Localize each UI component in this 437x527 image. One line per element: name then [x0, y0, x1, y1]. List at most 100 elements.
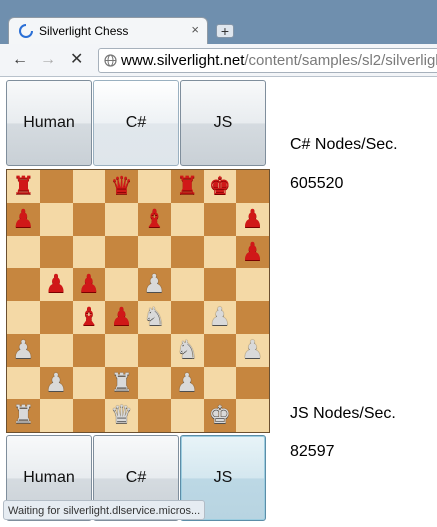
red-pawn-icon[interactable]: ♟ [7, 203, 40, 236]
board-square[interactable] [236, 170, 269, 203]
chess-board[interactable]: ♜ ♛ ♜ ♚ ♟ ♝ ♟ ♟ ♟ ♟ ♟ ♝ ♟ ♞ ♟ ♟ ♞ ♟ ♟ ♜ ♟ ♜ ♛ ♚ [6, 169, 270, 433]
red-queen-icon[interactable]: ♛ [105, 170, 138, 203]
board-square[interactable] [72, 366, 106, 400]
board-square[interactable]: ♜ [7, 170, 40, 203]
top-js-button[interactable]: JS [180, 80, 266, 166]
board-square[interactable] [105, 333, 138, 367]
red-rook-icon[interactable]: ♜ [171, 170, 204, 203]
board-square[interactable] [39, 235, 73, 269]
board-square[interactable] [236, 268, 269, 301]
board-square[interactable]: ♟ [39, 366, 73, 400]
board-square[interactable] [39, 399, 73, 432]
board-square[interactable]: ♟ [236, 333, 269, 367]
board-square[interactable]: ♟ [105, 301, 138, 334]
board-square[interactable]: ♜ [170, 170, 204, 203]
red-pawn-icon[interactable]: ♟ [236, 236, 269, 269]
board-square[interactable]: ♟ [236, 235, 269, 269]
board-square[interactable] [7, 235, 40, 269]
board-square[interactable] [203, 268, 237, 301]
board-square[interactable]: ♟ [7, 202, 40, 236]
board-square[interactable]: ♟ [138, 268, 171, 301]
red-king-icon[interactable]: ♚ [204, 170, 237, 203]
top-csharp-button[interactable]: C# [93, 80, 179, 166]
white-rook-icon[interactable]: ♜ [7, 399, 40, 432]
board-square[interactable]: ♛ [105, 170, 138, 203]
white-pawn-icon[interactable]: ♟ [204, 301, 237, 334]
tab-silverlight-chess[interactable]: Silverlight Chess × [8, 17, 208, 44]
board-square[interactable]: ♟ [39, 268, 73, 301]
white-pawn-icon[interactable]: ♟ [236, 334, 269, 367]
board-square[interactable] [72, 170, 106, 203]
board-square[interactable] [39, 333, 73, 367]
board-square[interactable] [138, 399, 171, 432]
white-pawn-icon[interactable]: ♟ [138, 268, 171, 301]
board-square[interactable] [138, 333, 171, 367]
board-square[interactable] [203, 202, 237, 236]
board-square[interactable] [203, 366, 237, 400]
board-square[interactable] [170, 202, 204, 236]
white-pawn-icon[interactable]: ♟ [171, 367, 204, 400]
stop-loading-icon[interactable]: ✕ [70, 50, 83, 70]
board-square[interactable]: ♟ [7, 333, 40, 367]
red-bishop-icon[interactable]: ♝ [73, 301, 106, 334]
board-square[interactable] [7, 268, 40, 301]
board-square[interactable]: ♟ [203, 301, 237, 334]
board-square[interactable] [203, 333, 237, 367]
board-square[interactable] [138, 366, 171, 400]
tab-close-icon[interactable]: × [191, 22, 199, 37]
red-pawn-icon[interactable]: ♟ [105, 301, 138, 334]
board-square[interactable] [236, 366, 269, 400]
board-square[interactable] [138, 170, 171, 203]
js-nodes-value: 82597 [290, 443, 335, 460]
board-square[interactable] [105, 202, 138, 236]
red-pawn-icon[interactable]: ♟ [73, 268, 106, 301]
board-square[interactable] [72, 202, 106, 236]
board-square[interactable] [236, 301, 269, 334]
white-rook-icon[interactable]: ♜ [105, 367, 138, 400]
board-square[interactable] [39, 202, 73, 236]
red-pawn-icon[interactable]: ♟ [40, 268, 73, 301]
red-pawn-icon[interactable]: ♟ [236, 203, 269, 236]
new-tab-button[interactable]: + [216, 24, 234, 38]
back-arrow-icon[interactable]: ← [12, 50, 28, 70]
board-square[interactable] [39, 170, 73, 203]
board-square[interactable] [170, 268, 204, 301]
red-bishop-icon[interactable]: ♝ [138, 203, 171, 236]
top-human-button[interactable]: Human [6, 80, 92, 166]
board-square[interactable] [170, 235, 204, 269]
board-square[interactable] [7, 301, 40, 334]
board-square[interactable] [203, 235, 237, 269]
white-knight-icon[interactable]: ♞ [138, 301, 171, 334]
board-square[interactable] [105, 268, 138, 301]
board-square[interactable]: ♜ [7, 399, 40, 432]
board-square[interactable]: ♞ [170, 333, 204, 367]
board-square[interactable]: ♛ [105, 399, 138, 432]
board-square[interactable]: ♟ [236, 202, 269, 236]
board-square[interactable] [236, 399, 269, 432]
white-knight-icon[interactable]: ♞ [171, 334, 204, 367]
board-square[interactable]: ♜ [105, 366, 138, 400]
board-square[interactable]: ♚ [203, 170, 237, 203]
board-square[interactable]: ♞ [138, 301, 171, 334]
board-square[interactable] [138, 235, 171, 269]
white-pawn-icon[interactable]: ♟ [7, 334, 40, 367]
board-square[interactable] [170, 301, 204, 334]
board-square[interactable] [39, 301, 73, 334]
white-pawn-icon[interactable]: ♟ [40, 367, 73, 400]
board-square[interactable] [170, 399, 204, 432]
board-square[interactable]: ♚ [203, 399, 237, 432]
board-square[interactable] [72, 235, 106, 269]
forward-arrow-icon[interactable]: → [40, 50, 56, 70]
board-square[interactable] [7, 366, 40, 400]
board-square[interactable]: ♟ [72, 268, 106, 301]
board-square[interactable] [72, 399, 106, 432]
board-square[interactable]: ♝ [72, 301, 106, 334]
white-king-icon[interactable]: ♚ [204, 399, 237, 432]
board-square[interactable] [105, 235, 138, 269]
white-queen-icon[interactable]: ♛ [105, 399, 138, 432]
board-square[interactable]: ♟ [170, 366, 204, 400]
board-square[interactable]: ♝ [138, 202, 171, 236]
address-bar[interactable]: www.silverlight.net/content/samples/sl2/… [98, 48, 437, 73]
red-rook-icon[interactable]: ♜ [7, 170, 40, 203]
board-square[interactable] [72, 333, 106, 367]
